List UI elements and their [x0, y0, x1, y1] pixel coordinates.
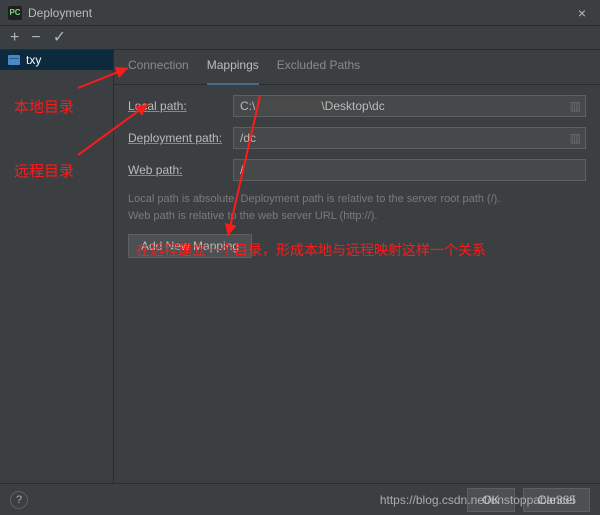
- local-path-prefix: C:\: [240, 99, 255, 113]
- deployment-path-label: Deployment path:: [128, 131, 233, 145]
- help-text: Local path is absolute. Deployment path …: [128, 191, 586, 224]
- remove-server-icon[interactable]: −: [31, 30, 40, 46]
- pycharm-icon: PC: [8, 6, 22, 20]
- web-path-value: /: [240, 163, 243, 177]
- titlebar: PC Deployment ×: [0, 0, 600, 26]
- add-new-mapping-button[interactable]: Add New Mapping: [128, 234, 252, 258]
- server-icon: [8, 55, 20, 65]
- sidebar-item-label: txy: [26, 53, 41, 67]
- toolbar: + − ✓: [0, 26, 600, 50]
- web-path-input[interactable]: /: [233, 159, 586, 181]
- tabs: Connection Mappings Excluded Paths: [114, 50, 600, 85]
- tab-connection[interactable]: Connection: [128, 58, 189, 78]
- help-button[interactable]: ?: [10, 491, 28, 509]
- tab-mappings[interactable]: Mappings: [207, 58, 259, 85]
- local-path-suffix: \Desktop\dc: [321, 99, 384, 113]
- local-path-input[interactable]: C:\ \Desktop\dc ▥: [233, 95, 586, 117]
- set-default-icon[interactable]: ✓: [53, 30, 66, 46]
- deployment-path-value: /dc: [240, 131, 256, 145]
- local-path-label: Local path:: [128, 99, 233, 113]
- redacted-segment: [255, 100, 321, 112]
- add-server-icon[interactable]: +: [10, 30, 19, 46]
- cancel-button[interactable]: Cancel: [523, 488, 590, 512]
- close-icon[interactable]: ×: [572, 5, 592, 21]
- dialog-footer: ? OK Cancel: [0, 483, 600, 515]
- browse-folder-icon[interactable]: ▥: [570, 131, 581, 145]
- server-list: txy: [0, 50, 114, 483]
- tab-excluded-paths[interactable]: Excluded Paths: [277, 58, 360, 78]
- web-path-label: Web path:: [128, 163, 233, 177]
- sidebar-item-txy[interactable]: txy: [0, 50, 113, 70]
- ok-button[interactable]: OK: [467, 488, 514, 512]
- deployment-path-input[interactable]: /dc ▥: [233, 127, 586, 149]
- window-title: Deployment: [28, 6, 92, 20]
- browse-folder-icon[interactable]: ▥: [570, 99, 581, 113]
